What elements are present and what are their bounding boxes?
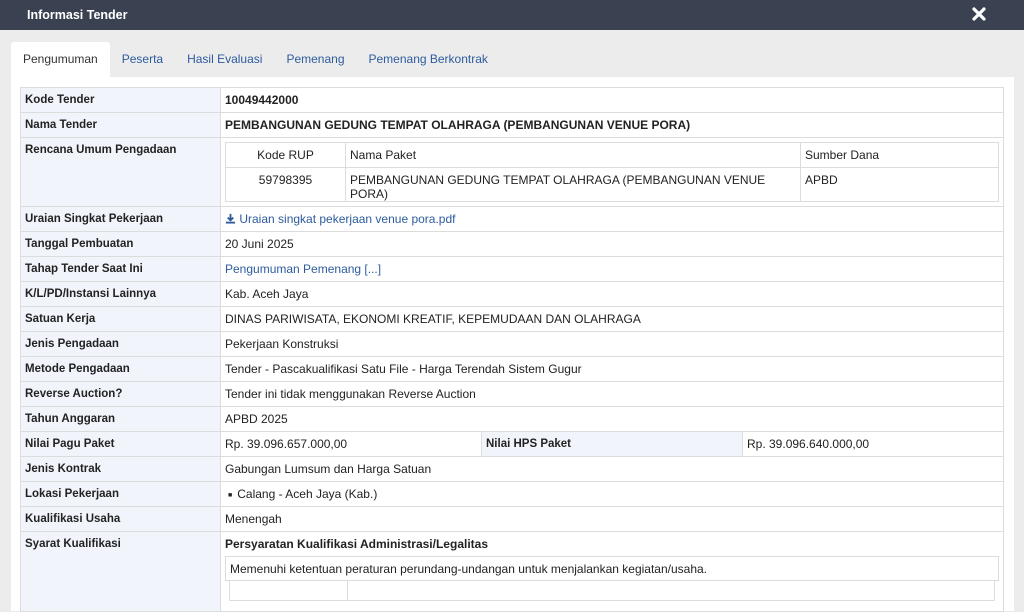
label-satker: Satuan Kerja [20,306,221,332]
row-tanggal: Tanggal Pembuatan 20 Juni 2025 [20,231,1004,257]
label-syarat: Syarat Kualifikasi [20,531,221,612]
row-metode: Metode Pengadaan Tender - Pascakualifika… [20,356,1004,382]
value-satker: DINAS PARIWISATA, EKONOMI KREATIF, KEPEM… [220,306,1004,332]
row-reverse: Reverse Auction? Tender ini tidak menggu… [20,381,1004,407]
label-tanggal: Tanggal Pembuatan [20,231,221,257]
rup-dana: APBD [800,167,999,202]
tab-peserta[interactable]: Peserta [110,42,175,77]
value-kode-tender: 10049442000 [220,87,1004,113]
row-kualifikasi: Kualifikasi Usaha Menengah [20,506,1004,532]
syarat-text: Memenuhi ketentuan peraturan perundang-u… [225,556,999,581]
label-tahap: Tahap Tender Saat Ini [20,256,221,282]
rup-header-row: Kode RUP Nama Paket Sumber Dana [225,142,999,168]
rup-header-dana: Sumber Dana [800,142,999,168]
label-hps: Nilai HPS Paket [481,431,743,457]
tab-pemenang[interactable]: Pemenang [274,42,356,77]
label-rup: Rencana Umum Pengadaan [20,137,221,207]
label-kode-tender: Kode Tender [20,87,221,113]
value-tahun: APBD 2025 [220,406,1004,432]
label-tahun: Tahun Anggaran [20,406,221,432]
window-titlebar: Informasi Tender [0,0,1024,30]
row-syarat: Syarat Kualifikasi Persyaratan Kualifika… [20,531,1004,612]
value-hps: Rp. 39.096.640.000,00 [742,431,1004,457]
row-kontrak: Jenis Kontrak Gabungan Lumsum dan Harga … [20,456,1004,482]
row-rup: Rencana Umum Pengadaan Kode RUP Nama Pak… [20,137,1004,207]
row-kode-tender: Kode Tender 10049442000 [20,87,1004,113]
rup-header-kode: Kode RUP [225,142,346,168]
uraian-filename: Uraian singkat pekerjaan venue pora.pdf [239,212,456,226]
value-kontrak: Gabungan Lumsum dan Harga Satuan [220,456,1004,482]
row-nama-tender: Nama Tender PEMBANGUNAN GEDUNG TEMPAT OL… [20,112,1004,138]
row-jenis-pengadaan: Jenis Pengadaan Pekerjaan Konstruksi [20,331,1004,357]
rup-nama: PEMBANGUNAN GEDUNG TEMPAT OLAHRAGA (PEMB… [345,167,801,202]
uraian-download-link[interactable]: Uraian singkat pekerjaan venue pora.pdf [225,212,455,226]
tahap-link[interactable]: Pengumuman Pemenang [...] [225,262,381,276]
label-reverse: Reverse Auction? [20,381,221,407]
value-metode: Tender - Pascakualifikasi Satu File - Ha… [220,356,1004,382]
rup-row: 59798395 PEMBANGUNAN GEDUNG TEMPAT OLAHR… [225,167,999,202]
label-kontrak: Jenis Kontrak [20,456,221,482]
syarat-subtable [229,581,995,601]
label-nama-tender: Nama Tender [20,112,221,138]
row-tahap: Tahap Tender Saat Ini Pengumuman Pemenan… [20,256,1004,282]
rup-header-nama: Nama Paket [345,142,801,168]
tab-pemenang-berkontrak[interactable]: Pemenang Berkontrak [357,42,500,77]
row-uraian: Uraian Singkat Pekerjaan Uraian singkat … [20,206,1004,232]
label-jenis-pengadaan: Jenis Pengadaan [20,331,221,357]
rup-table: Kode RUP Nama Paket Sumber Dana 59798395… [225,142,999,202]
rup-kode: 59798395 [225,167,346,202]
value-pagu: Rp. 39.096.657.000,00 [220,431,482,457]
value-tanggal: 20 Juni 2025 [220,231,1004,257]
value-nama-tender: PEMBANGUNAN GEDUNG TEMPAT OLAHRAGA (PEMB… [220,112,1004,138]
tab-bar: Pengumuman Peserta Hasil Evaluasi Pemena… [11,42,500,77]
label-lokasi: Lokasi Pekerjaan [20,481,221,507]
label-klpd: K/L/PD/Instansi Lainnya [20,281,221,307]
value-kualifikasi: Menengah [220,506,1004,532]
tab-pengumuman[interactable]: Pengumuman [11,42,110,77]
tab-panel-pengumuman: Kode Tender 10049442000 Nama Tender PEMB… [11,77,1014,612]
label-pagu: Nilai Pagu Paket [20,431,221,457]
value-reverse: Tender ini tidak menggunakan Reverse Auc… [220,381,1004,407]
download-icon [225,213,236,224]
row-lokasi: Lokasi Pekerjaan Calang - Aceh Jaya (Kab… [20,481,1004,507]
list-item: Calang - Aceh Jaya (Kab.) [225,487,999,504]
syarat-subtable-cell [230,581,348,600]
row-pagu-hps: Nilai Pagu Paket Rp. 39.096.657.000,00 N… [20,431,1004,457]
close-icon[interactable] [970,5,988,23]
row-satker: Satuan Kerja DINAS PARIWISATA, EKONOMI K… [20,306,1004,332]
row-klpd: K/L/PD/Instansi Lainnya Kab. Aceh Jaya [20,281,1004,307]
tab-hasil-evaluasi[interactable]: Hasil Evaluasi [175,42,274,77]
syarat-heading: Persyaratan Kualifikasi Administrasi/Leg… [225,537,488,551]
label-metode: Metode Pengadaan [20,356,221,382]
label-uraian: Uraian Singkat Pekerjaan [20,206,221,232]
label-kualifikasi: Kualifikasi Usaha [20,506,221,532]
lokasi-list: Calang - Aceh Jaya (Kab.) [225,487,999,504]
row-tahun: Tahun Anggaran APBD 2025 [20,406,1004,432]
value-jenis-pengadaan: Pekerjaan Konstruksi [220,331,1004,357]
tender-info-table: Kode Tender 10049442000 Nama Tender PEMB… [20,87,1004,612]
window-title: Informasi Tender [27,8,128,22]
value-klpd: Kab. Aceh Jaya [220,281,1004,307]
